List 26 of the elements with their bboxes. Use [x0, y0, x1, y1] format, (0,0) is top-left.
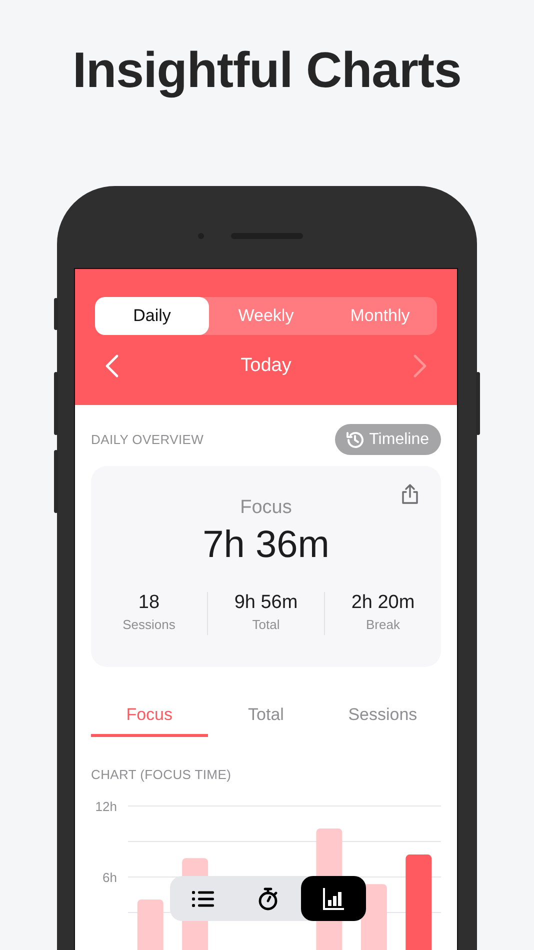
chevron-right-icon: [412, 354, 427, 378]
headline: Insightful Charts: [72, 41, 462, 100]
axis-label: 12h: [95, 799, 117, 814]
chevron-left-icon: [105, 354, 119, 378]
timeline-button[interactable]: Timeline: [335, 424, 441, 455]
chart-heading: CHART (FOCUS TIME): [91, 766, 232, 784]
section-heading: DAILY OVERVIEW: [91, 430, 204, 449]
stat-value: 18: [137, 592, 161, 616]
share-icon[interactable]: [399, 483, 421, 505]
metric-tab[interactable]: Total: [208, 698, 324, 736]
axis-label: 6h: [102, 870, 117, 885]
focus-time: 7h 36m: [202, 524, 330, 566]
period-tab[interactable]: Daily: [95, 297, 209, 335]
stat-value: 9h 56m: [233, 592, 299, 616]
metric-tab[interactable]: Focus: [91, 698, 208, 736]
stat-value: 2h 20m: [350, 592, 416, 616]
focus-label: Focus: [239, 496, 293, 520]
stat-label: Sessions: [122, 616, 176, 634]
date-title: Today: [240, 354, 292, 378]
stat-label: Break: [365, 616, 401, 634]
period-tab[interactable]: Weekly: [209, 297, 323, 335]
stat-label: Total: [251, 616, 281, 634]
period-tab[interactable]: Monthly: [323, 297, 437, 335]
metric-tab[interactable]: Sessions: [324, 698, 442, 736]
history-icon: [345, 430, 366, 450]
bar-chart-icon[interactable]: [300, 876, 366, 921]
